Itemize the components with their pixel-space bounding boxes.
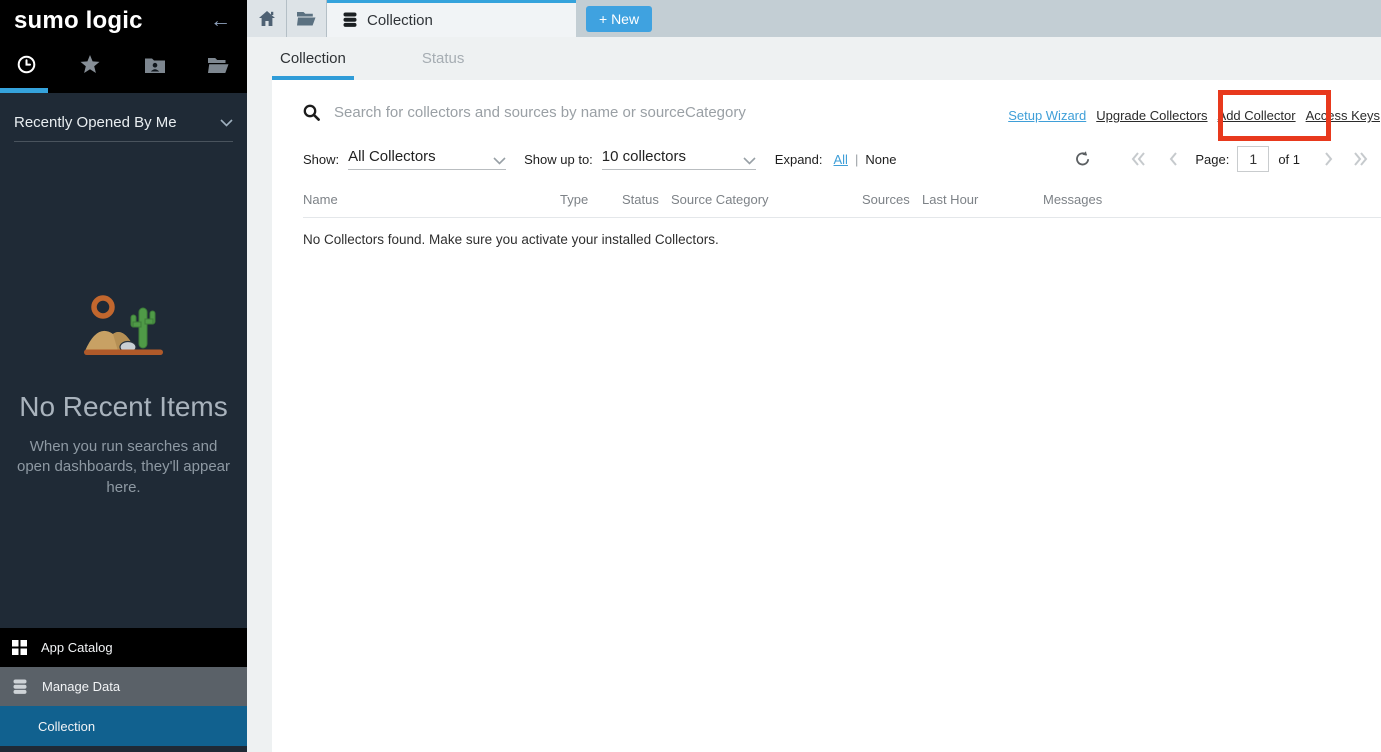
upgrade-collectors-link[interactable]: Upgrade Collectors [1096, 108, 1207, 123]
toolbar-links: Setup Wizard Upgrade Collectors Add Coll… [1008, 108, 1380, 123]
sumo-logic-logo: sumo logic [14, 7, 143, 35]
search-row: Setup Wizard Upgrade Collectors Add Coll… [272, 80, 1381, 121]
column-header-source-category[interactable]: Source Category [671, 192, 862, 207]
show-dropdown[interactable]: All Collectors [348, 148, 506, 170]
setup-wizard-link[interactable]: Setup Wizard [1008, 108, 1086, 123]
page-label: Page: [1195, 152, 1229, 167]
chevron-down-icon [493, 157, 506, 165]
chevron-down-icon [220, 119, 233, 127]
search-icon [303, 104, 320, 121]
access-keys-link[interactable]: Access Keys [1306, 108, 1380, 123]
tab-label: Collection [280, 50, 346, 67]
doc-tab-label: Collection [367, 12, 433, 29]
column-header-messages[interactable]: Messages [1043, 192, 1153, 207]
nav-label: Collection [38, 719, 95, 734]
nav-label: App Catalog [41, 640, 113, 655]
folder-tab[interactable] [287, 0, 327, 37]
table-header-row: Name Type Status Source Category Sources… [303, 192, 1381, 218]
sidebar-bottom-nav: App Catalog Manage Data Collection [0, 628, 247, 752]
column-header-last-hour[interactable]: Last Hour [922, 192, 1043, 207]
nav-label: Manage Data [42, 679, 120, 694]
collection-panel: Setup Wizard Upgrade Collectors Add Coll… [272, 80, 1381, 752]
recents-clock-icon[interactable] [14, 55, 38, 74]
tab-status[interactable]: Status [414, 37, 473, 80]
collapse-sidebar-icon[interactable]: ← [210, 9, 231, 33]
expand-none-link[interactable]: None [865, 152, 896, 167]
refresh-icon[interactable] [1075, 151, 1090, 167]
top-tab-bar: Collection + New [247, 0, 1381, 37]
personal-folder-icon[interactable] [143, 57, 167, 73]
home-icon [259, 11, 275, 26]
page-of-label: of 1 [1278, 152, 1300, 167]
sidebar-body: Recently Opened By Me [0, 93, 247, 628]
open-folder-icon [297, 11, 316, 26]
column-header-type[interactable]: Type [560, 192, 622, 207]
new-button[interactable]: + New [586, 6, 652, 32]
database-icon [342, 12, 358, 28]
page-tabs: Collection Status [247, 37, 1381, 80]
sidebar-icon-tabs [0, 42, 247, 93]
sidebar-header: sumo logic ← [0, 0, 247, 93]
tab-label: Status [422, 50, 465, 67]
sidebar: sumo logic ← Recentl [0, 0, 247, 752]
column-header-sources[interactable]: Sources [862, 192, 922, 207]
database-icon [12, 679, 28, 695]
show-up-to-label: Show up to: [524, 152, 593, 167]
app-window: sumo logic ← Recentl [0, 0, 1381, 752]
recently-opened-label: Recently Opened By Me [14, 114, 177, 131]
show-dropdown-value: All Collectors [348, 148, 436, 165]
next-page-icon[interactable] [1324, 152, 1333, 166]
prev-page-icon[interactable] [1169, 152, 1178, 166]
column-header-status[interactable]: Status [622, 192, 671, 207]
search-input[interactable] [334, 104, 894, 121]
last-page-icon[interactable] [1353, 152, 1368, 166]
empty-table-message: No Collectors found. Make sure you activ… [303, 232, 1381, 247]
column-header-name[interactable]: Name [303, 192, 560, 207]
show-up-to-value: 10 collectors [602, 148, 686, 165]
expand-separator: | [855, 152, 858, 167]
no-recent-items-description: When you run searches and open dashboard… [14, 437, 234, 498]
home-tab[interactable] [247, 0, 287, 37]
collection-document-tab[interactable]: Collection [327, 0, 576, 37]
expand-label: Expand: [775, 152, 823, 167]
add-collector-link[interactable]: Add Collector [1218, 108, 1296, 123]
sidebar-item-collection[interactable]: Collection [0, 706, 247, 746]
chevron-down-icon [743, 157, 756, 165]
tab-collection[interactable]: Collection [272, 37, 354, 80]
desert-cactus-illustration [83, 294, 165, 358]
expand-all-link[interactable]: All [834, 152, 848, 167]
favorites-star-icon[interactable] [78, 55, 102, 74]
no-recent-items-title: No Recent Items [0, 391, 247, 423]
sidebar-empty-state: No Recent Items When you run searches an… [0, 294, 247, 498]
page-number-input[interactable] [1237, 146, 1269, 172]
first-page-icon[interactable] [1131, 152, 1146, 166]
filter-row: Show: All Collectors Show up to: 10 coll… [303, 145, 1381, 173]
show-up-to-dropdown[interactable]: 10 collectors [602, 148, 756, 170]
pagination: Page: of 1 [1075, 145, 1368, 173]
sidebar-item-app-catalog[interactable]: App Catalog [0, 628, 247, 667]
show-label: Show: [303, 152, 339, 167]
sidebar-item-manage-data[interactable]: Manage Data [0, 667, 247, 706]
main-area: Collection + New Collection Status Setup… [247, 0, 1381, 752]
grid-icon [12, 640, 27, 655]
library-folder-icon[interactable] [207, 57, 231, 73]
recently-opened-dropdown[interactable]: Recently Opened By Me [14, 93, 233, 142]
active-sidebar-tab-indicator [0, 88, 48, 93]
